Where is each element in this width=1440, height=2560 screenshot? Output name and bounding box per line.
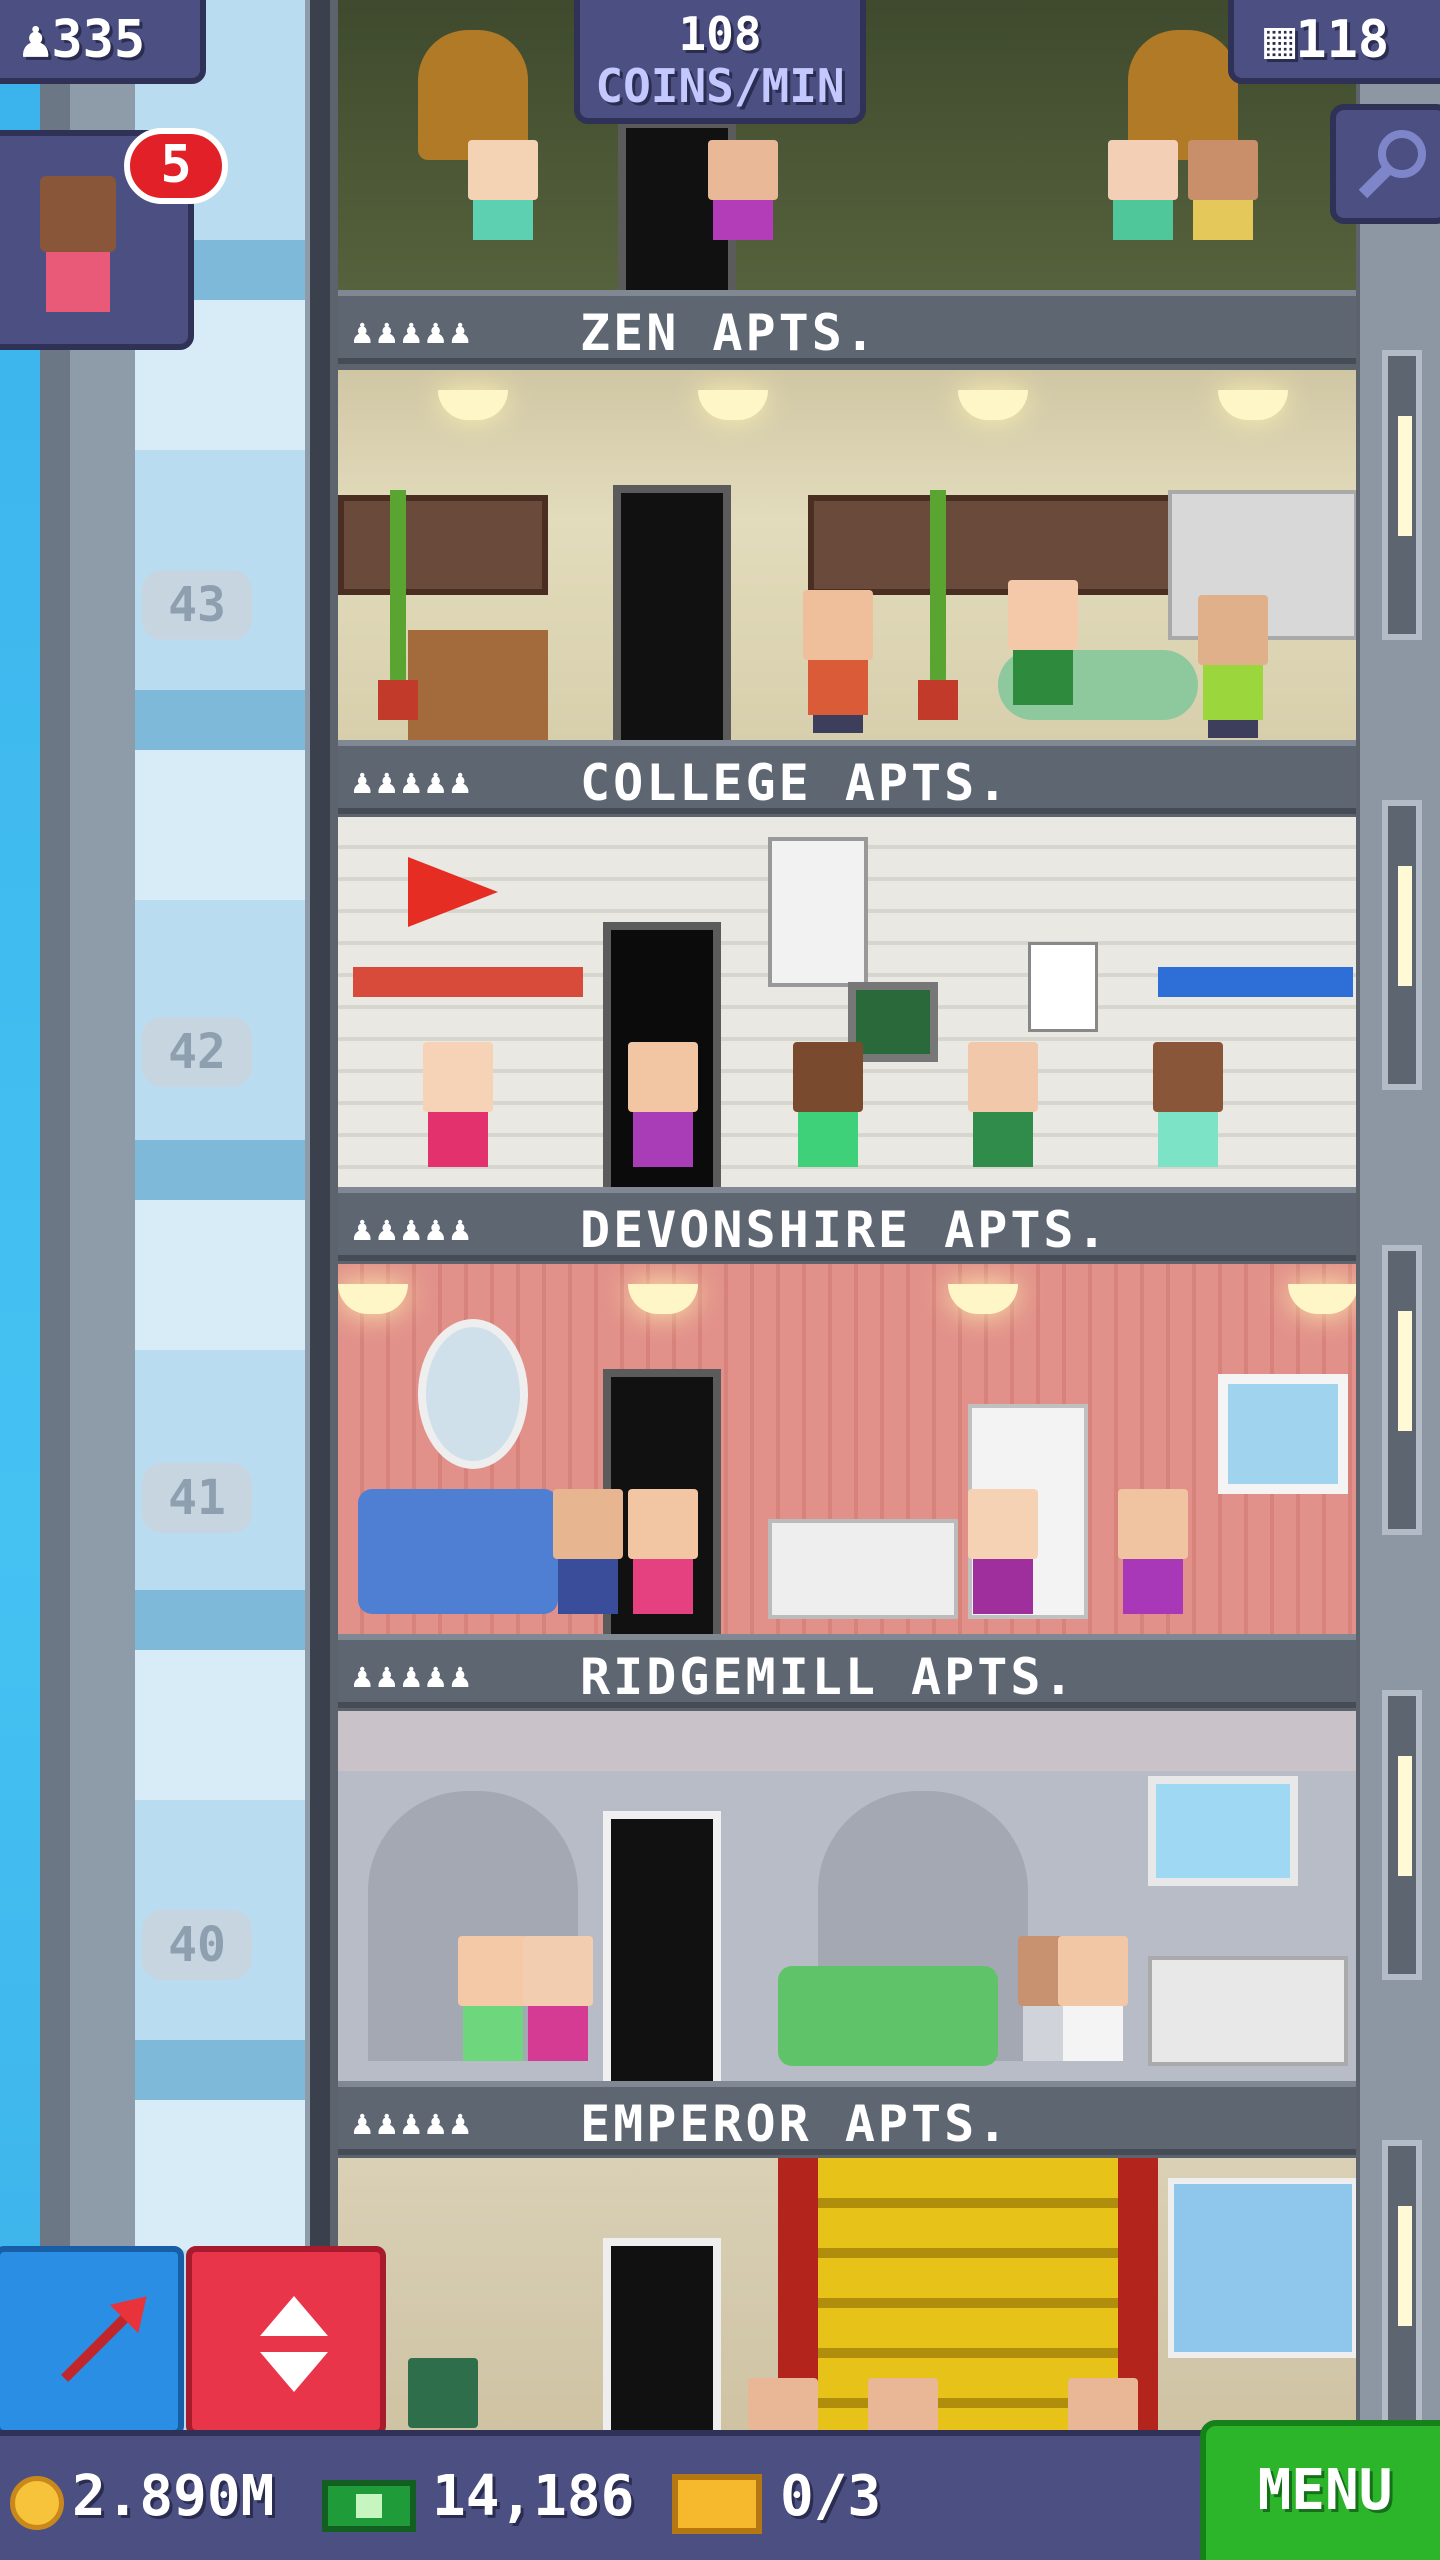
resident[interactable] [708,140,778,240]
resident-count-icons: ♟♟♟♟♟ [352,312,475,352]
coins-per-min-value: 108 [678,7,762,61]
coin-icon [10,2476,64,2530]
menu-button[interactable]: MENU [1200,2420,1440,2560]
sofa [778,1966,998,2066]
resident[interactable] [793,1042,863,1167]
resident[interactable] [1198,595,1268,738]
floor-number-43: 43 [142,570,252,640]
resident[interactable] [458,1936,528,2061]
resident[interactable] [1068,2378,1138,2430]
tickets-value: 0/3 [780,2464,882,2529]
population-counter[interactable]: ♟335 [0,0,206,84]
mirror [418,1319,528,1469]
resident-count-icons: ♟♟♟♟♟ [352,2103,475,2143]
window [338,495,548,595]
population-value: 335 [51,10,146,70]
bunk-bed [1158,967,1353,997]
tower-exterior-wall [1360,0,1440,2430]
floor-name: ZEN APTS. [580,304,878,362]
emperor-door [603,1811,721,2081]
search-button[interactable] [1330,104,1440,224]
calendar [1028,942,1098,1032]
floor-name: EMPEROR APTS. [580,2095,1011,2153]
resident[interactable] [468,140,538,240]
floor-number-42: 42 [142,1017,252,1087]
floor-count-button[interactable]: ▦118 [1228,0,1440,84]
stove [1148,1956,1348,2066]
resident[interactable] [628,1042,698,1167]
window [1168,2178,1356,2358]
resident[interactable] [1108,140,1178,240]
floor-number-40: 40 [142,1910,252,1980]
floor-label-bar: ♟♟♟♟♟ EMPEROR APTS. [338,2081,1356,2155]
resident[interactable] [1058,1936,1128,2061]
resident[interactable] [628,1489,698,1614]
floor-emperor-apts[interactable]: ♟♟♟♟♟ EMPEROR APTS. [338,1711,1356,2158]
floor-ridgemill-apts[interactable]: ♟♟♟♟♟ RIDGEMILL APTS. [338,1264,1356,1711]
resident-count-icons: ♟♟♟♟♟ [352,1656,475,1696]
elevator-button[interactable] [186,2246,386,2436]
bunk-bed [353,967,583,997]
plant [378,490,418,720]
window [1218,1374,1348,1494]
floor-devonshire-apts[interactable]: ♟♟♟♟♟ DEVONSHIRE APTS. [338,817,1356,1264]
coins-value: 2.890M [72,2464,275,2529]
resident[interactable] [1188,140,1258,240]
resident[interactable] [968,1489,1038,1614]
resident[interactable] [408,2358,478,2428]
move-button[interactable] [0,2246,184,2436]
resident-count-icons: ♟♟♟♟♟ [352,762,475,802]
floor-name: RIDGEMILL APTS. [580,1648,1077,1706]
sofa [358,1489,558,1614]
resident[interactable] [523,1936,593,2061]
resident[interactable] [868,2378,938,2430]
resident[interactable] [1008,580,1078,705]
floor-name: COLLEGE APTS. [580,754,1011,812]
resident[interactable] [968,1042,1038,1167]
down-arrow-icon [260,2352,328,2392]
bux-value: 14,186 [432,2464,635,2529]
coins-per-minute-panel: 108 COINS/MIN [574,0,866,124]
dresser [408,630,548,740]
floor-college-apts[interactable]: ♟♟♟♟♟ COLLEGE APTS. [338,370,1356,817]
floor-partial[interactable] [338,2158,1356,2430]
notification-badge: 5 [124,128,228,204]
resident[interactable] [423,1042,493,1167]
elevator-shaft[interactable] [40,0,336,2430]
resident-count-icons: ♟♟♟♟♟ [352,1209,475,1249]
resident[interactable] [1118,1489,1188,1614]
floor-number-41: 41 [142,1463,252,1533]
coins-per-min-unit: COINS/MIN [595,59,845,113]
building-icon: ▦ [1264,10,1296,70]
resident[interactable] [803,590,873,733]
resident[interactable] [748,2378,818,2430]
ticket-icon [672,2474,762,2534]
person-icon: ♟ [20,10,52,70]
counter [768,1519,958,1619]
arrow-icon [61,2304,139,2382]
college-door [613,485,731,740]
floor-label-bar: ♟♟♟♟♟ ZEN APTS. [338,290,1356,364]
floor-label-bar: ♟♟♟♟♟ COLLEGE APTS. [338,740,1356,814]
up-arrow-icon [260,2296,328,2336]
visitor-avatar [40,176,116,252]
window [1148,1776,1298,1886]
door [603,2238,721,2430]
bux-icon [322,2480,416,2532]
floor-count-value: 118 [1295,10,1390,70]
floor-name: DEVONSHIRE APTS. [580,1201,1110,1259]
resident[interactable] [1153,1042,1223,1167]
poster [768,837,868,987]
floor-label-bar: ♟♟♟♟♟ RIDGEMILL APTS. [338,1634,1356,1708]
floor-label-bar: ♟♟♟♟♟ DEVONSHIRE APTS. [338,1187,1356,1261]
resident[interactable] [553,1489,623,1614]
plant [918,490,958,720]
